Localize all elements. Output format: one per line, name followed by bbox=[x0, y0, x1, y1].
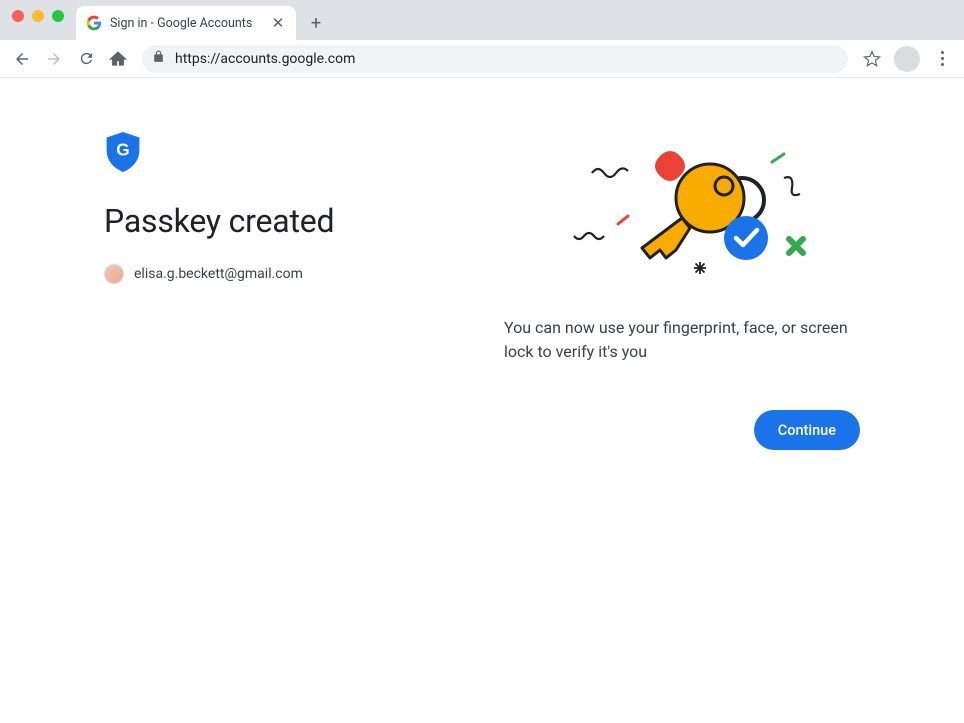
description-text: You can now use your fingerprint, face, … bbox=[504, 316, 860, 364]
reload-icon bbox=[78, 50, 95, 67]
account-email: elisa.g.beckett@gmail.com bbox=[134, 266, 303, 282]
svg-text:G: G bbox=[116, 140, 129, 160]
bookmark-button[interactable] bbox=[858, 45, 886, 73]
kebab-icon bbox=[941, 51, 944, 54]
left-column: G Passkey created elisa.g.beckett@gmail.… bbox=[104, 132, 464, 450]
close-window-button[interactable] bbox=[12, 10, 24, 22]
google-favicon-icon bbox=[86, 15, 102, 31]
back-button[interactable] bbox=[8, 45, 36, 73]
continue-button[interactable]: Continue bbox=[754, 410, 860, 450]
browser-toolbar: https://accounts.google.com bbox=[0, 40, 964, 78]
right-column: You can now use your fingerprint, face, … bbox=[504, 132, 860, 450]
star-icon bbox=[863, 50, 881, 68]
forward-button[interactable] bbox=[40, 45, 68, 73]
maximize-window-button[interactable] bbox=[52, 10, 64, 22]
passkey-illustration bbox=[532, 128, 832, 288]
minimize-window-button[interactable] bbox=[32, 10, 44, 22]
action-row: Continue bbox=[754, 410, 860, 450]
tab-strip: Sign in - Google Accounts ✕ + bbox=[0, 0, 964, 40]
page-title: Passkey created bbox=[104, 202, 464, 240]
account-chip[interactable]: elisa.g.beckett@gmail.com bbox=[104, 264, 303, 284]
window-controls bbox=[12, 0, 72, 40]
user-avatar-icon bbox=[104, 264, 124, 284]
page-content: G Passkey created elisa.g.beckett@gmail.… bbox=[0, 78, 964, 490]
arrow-right-icon bbox=[45, 50, 63, 68]
reload-button[interactable] bbox=[72, 45, 100, 73]
google-shield-icon: G bbox=[104, 132, 142, 172]
browser-chrome: Sign in - Google Accounts ✕ + https://ac… bbox=[0, 0, 964, 78]
new-tab-button[interactable]: + bbox=[302, 9, 330, 37]
browser-tab[interactable]: Sign in - Google Accounts ✕ bbox=[76, 6, 296, 40]
address-bar[interactable]: https://accounts.google.com bbox=[142, 45, 848, 73]
arrow-left-icon bbox=[13, 50, 31, 68]
lock-icon bbox=[152, 50, 165, 67]
home-button[interactable] bbox=[104, 45, 132, 73]
home-icon bbox=[109, 50, 127, 68]
url-text: https://accounts.google.com bbox=[175, 51, 355, 67]
browser-menu-button[interactable] bbox=[928, 45, 956, 73]
tab-close-button[interactable]: ✕ bbox=[270, 15, 286, 31]
tab-title: Sign in - Google Accounts bbox=[110, 16, 262, 31]
profile-avatar-button[interactable] bbox=[894, 46, 920, 72]
